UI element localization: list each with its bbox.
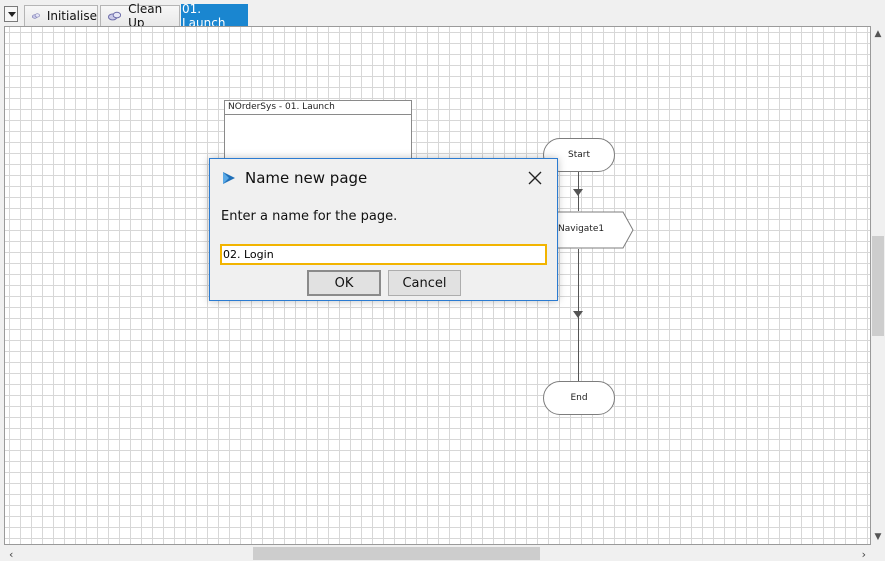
tab-list-dropdown-button[interactable] [4, 6, 18, 22]
scroll-right-icon[interactable]: › [862, 548, 866, 561]
flow-arrow-icon [573, 189, 583, 196]
tab-bar: Initialise Clean Up 01. Launch [0, 0, 885, 30]
app-logo-icon [223, 172, 235, 184]
process-icon [108, 11, 122, 21]
horizontal-scroll-thumb[interactable] [253, 547, 540, 560]
tab-label: Initialise [46, 9, 97, 23]
tab-initialise[interactable]: Initialise [24, 5, 98, 26]
dialog-prompt: Enter a name for the page. [221, 209, 398, 224]
flow-arrow-icon [573, 311, 583, 318]
status-strip [0, 561, 885, 569]
dialog-title: Name new page [245, 169, 368, 187]
scroll-down-icon[interactable]: ▼ [874, 533, 882, 542]
close-icon[interactable] [526, 169, 544, 187]
start-label: Start [568, 150, 590, 160]
name-new-page-dialog: Name new page Enter a name for the page.… [209, 158, 558, 301]
scroll-up-icon[interactable]: ▲ [874, 30, 882, 39]
cancel-button[interactable]: Cancel [388, 270, 461, 296]
page-box-title: NOrderSys - 01. Launch [225, 101, 411, 115]
chevron-down-icon [8, 12, 16, 17]
navigate-label: Navigate1 [558, 224, 605, 234]
page-name-input[interactable] [220, 244, 547, 265]
vertical-scroll-thumb[interactable] [872, 236, 884, 336]
page-description-box[interactable]: NOrderSys - 01. Launch [224, 100, 412, 162]
tab-01-launch[interactable]: 01. Launch [181, 2, 248, 30]
process-icon [32, 13, 40, 19]
tab-clean-up[interactable]: Clean Up [100, 2, 180, 30]
vertical-scrollbar[interactable]: ▲ ▼ [871, 26, 885, 545]
end-stage[interactable]: End [543, 381, 615, 415]
ok-button[interactable]: OK [307, 270, 381, 296]
navigate-stage[interactable]: Navigate1 [548, 211, 636, 249]
end-label: End [570, 393, 588, 403]
horizontal-scrollbar[interactable]: ‹ › [4, 546, 871, 561]
scroll-left-icon[interactable]: ‹ [9, 548, 13, 561]
